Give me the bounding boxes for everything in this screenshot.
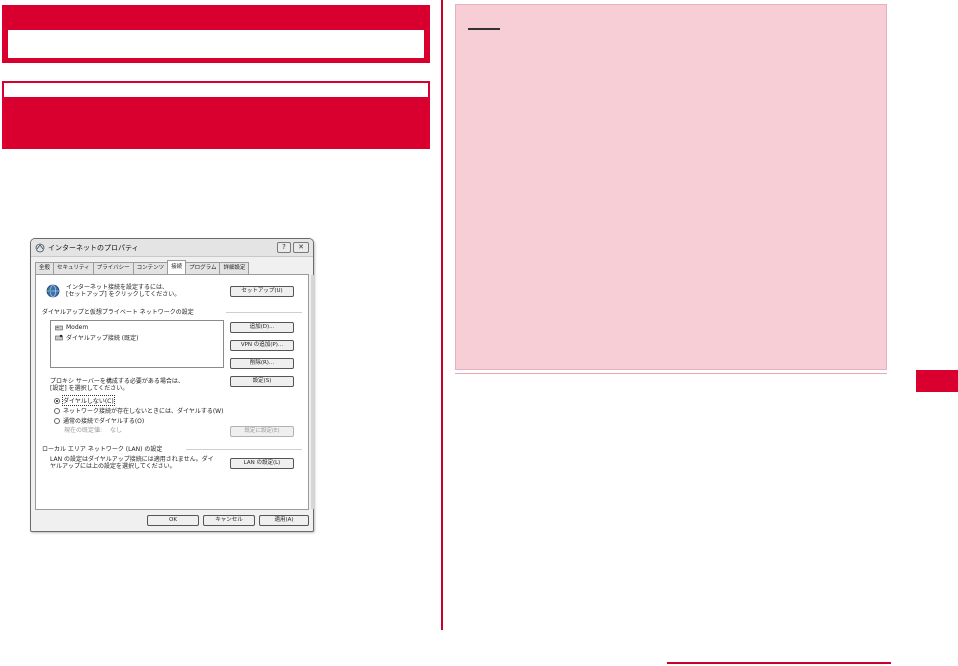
- tab-strip: 全般 セキュリティ プライバシー コンテンツ 接続 プログラム 詳細設定: [35, 260, 250, 274]
- radio-selected-icon: [54, 397, 60, 404]
- internet-options-icon: [35, 243, 45, 253]
- radio-label: ダイヤルしない(C): [62, 395, 115, 406]
- list-item[interactable]: Modem: [55, 324, 88, 331]
- connection-name: Modem: [66, 324, 89, 331]
- help-button[interactable]: ?: [277, 242, 291, 253]
- list-item[interactable]: ダイヤルアップ接続 (既定): [55, 333, 138, 342]
- close-button[interactable]: ✕: [293, 242, 309, 253]
- dialog-titlebar: インターネットのプロパティ ? ✕: [31, 239, 313, 257]
- ok-button[interactable]: OK: [147, 515, 199, 526]
- radio-empty-icon: [54, 407, 60, 414]
- connections-panel: インターネット接続を設定するには、 [セットアップ] をクリックしてください。 …: [35, 274, 309, 510]
- footer-rule: [667, 662, 891, 664]
- section-header-inner: [8, 30, 424, 58]
- setup-button[interactable]: セットアップ(U): [230, 286, 294, 297]
- radio-empty-icon: [54, 417, 60, 424]
- radio-never-dial[interactable]: ダイヤルしない(C): [54, 395, 115, 406]
- dialup-heading-rule: [226, 312, 302, 313]
- setup-text-line2: [セットアップ] をクリックしてください。: [66, 291, 181, 298]
- note-heading-underline: [468, 28, 500, 30]
- radio-always-dial[interactable]: 通常の接続でダイヤルする(O): [54, 416, 144, 425]
- cancel-button[interactable]: キャンセル: [203, 515, 255, 526]
- add-button[interactable]: 追加(D)...: [230, 322, 294, 333]
- internet-properties-dialog: インターネットのプロパティ ? ✕ 全般 セキュリティ プライバシー コンテンツ…: [30, 238, 314, 532]
- proxy-text-line1: プロキシ サーバーを構成する必要がある場合は、: [50, 378, 184, 385]
- radio-dial-when-no-network[interactable]: ネットワーク接続が存在しないときには、ダイヤルする(W): [54, 406, 223, 415]
- dialog-right-edge: [311, 275, 314, 509]
- radio-label: 通常の接続でダイヤルする(O): [63, 418, 145, 425]
- apply-button[interactable]: 適用(A): [259, 515, 309, 526]
- settings-button[interactable]: 設定(S): [230, 376, 294, 387]
- tab-general[interactable]: 全般: [35, 262, 55, 274]
- section-header-bar: [2, 5, 430, 63]
- modem-icon: [55, 325, 63, 331]
- tab-programs[interactable]: プログラム: [185, 262, 221, 274]
- radio-label: ネットワーク接続が存在しないときには、ダイヤルする(W): [63, 408, 224, 415]
- column-divider: [441, 0, 443, 630]
- tab-advanced[interactable]: 詳細設定: [219, 262, 250, 274]
- setup-text-line1: インターネット接続を設定するには、: [66, 284, 169, 291]
- current-default-label: 現在の既定値:: [64, 427, 103, 434]
- tab-connections[interactable]: 接続: [167, 260, 187, 274]
- proxy-text-line2: [設定] を選択してください。: [50, 385, 129, 392]
- note-bottom-rule: [455, 373, 887, 374]
- add-vpn-button[interactable]: VPN の追加(P)...: [230, 340, 294, 351]
- remove-button[interactable]: 削除(R)...: [230, 358, 294, 369]
- lan-text-line1: LAN の設定はダイヤルアップ接続には適用されません。ダイ: [50, 456, 214, 463]
- connection-list[interactable]: Modem ダイヤルアップ接続 (既定): [50, 320, 224, 368]
- dialog-title: インターネットのプロパティ: [48, 244, 139, 252]
- lan-section-heading: ローカル エリア ネットワーク (LAN) の設定: [42, 446, 163, 453]
- lan-settings-button[interactable]: LAN の設定(L): [230, 458, 294, 469]
- connection-name: ダイヤルアップ接続 (既定): [66, 335, 139, 342]
- tab-security[interactable]: セキュリティ: [53, 262, 94, 274]
- tab-privacy[interactable]: プライバシー: [92, 262, 134, 274]
- globe-icon: [46, 284, 60, 298]
- tab-content[interactable]: コンテンツ: [132, 262, 169, 274]
- set-default-button[interactable]: 既定に設定(E): [230, 426, 294, 437]
- lan-text-line2: ヤルアップには上の設定を選択してください。: [50, 463, 176, 470]
- current-default-value: なし: [110, 427, 123, 434]
- dialup-connection-icon: [55, 334, 63, 341]
- subsection-header-strip: [4, 83, 428, 97]
- subsection-header-bar: [2, 81, 430, 149]
- note-panel: [455, 4, 887, 370]
- dialup-section-heading: ダイヤルアップと仮想プライベート ネットワークの設定: [42, 309, 194, 316]
- chapter-index-tab: [916, 370, 958, 392]
- lan-heading-rule: [186, 449, 302, 450]
